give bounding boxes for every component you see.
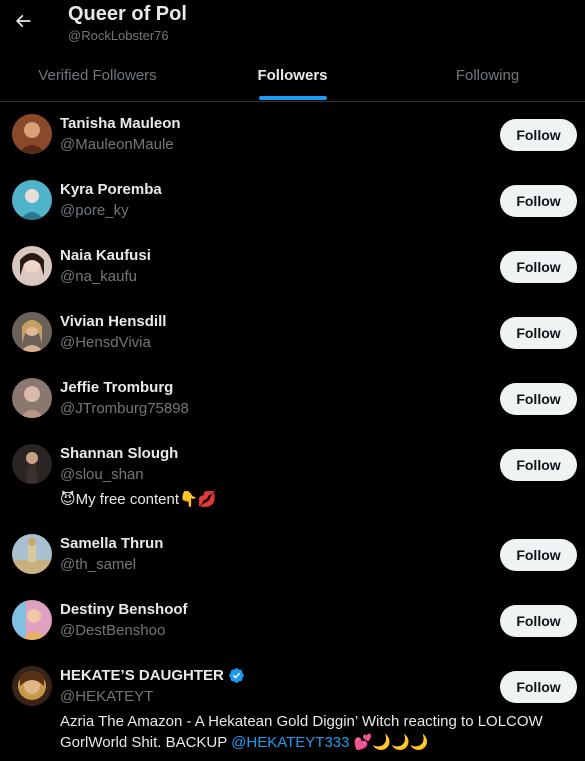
- page-title: Queer of Pol: [68, 3, 187, 25]
- follow-button[interactable]: Follow: [500, 449, 577, 481]
- user-row[interactable]: HEKATE’S DAUGHTER @HEKATEYT Azria The Am…: [0, 654, 585, 761]
- user-name[interactable]: Destiny Benshoof: [60, 601, 188, 618]
- follow-button[interactable]: Follow: [500, 119, 577, 151]
- user-row[interactable]: Tanisha Mauleon @MauleonMaule Follow: [0, 102, 585, 168]
- avatar[interactable]: [12, 180, 52, 220]
- page-handle: @RockLobster76: [68, 28, 169, 43]
- user-name[interactable]: Shannan Slough: [60, 445, 178, 462]
- user-name[interactable]: Tanisha Mauleon: [60, 115, 181, 132]
- user-handle: @MauleonMaule: [60, 136, 174, 153]
- user-row[interactable]: Naia Kaufusi @na_kaufu Follow: [0, 234, 585, 300]
- active-tab-indicator: [258, 96, 327, 100]
- user-name-text: Tanisha Mauleon: [60, 115, 181, 132]
- user-name[interactable]: Kyra Poremba: [60, 181, 162, 198]
- user-name-text: Naia Kaufusi: [60, 247, 151, 264]
- user-row[interactable]: Samella Thrun @th_samel Follow: [0, 522, 585, 588]
- user-name-text: Shannan Slough: [60, 445, 179, 462]
- back-button[interactable]: [8, 6, 38, 36]
- tab-label: Following: [455, 66, 520, 84]
- user-row[interactable]: Shannan Slough @slou_shan 😈My free conte…: [0, 432, 585, 522]
- bio-mention-link[interactable]: @HEKATEYT333: [231, 734, 349, 751]
- tab-verified-followers[interactable]: Verified Followers: [0, 50, 195, 100]
- verified-badge-icon: [229, 668, 244, 683]
- tab-label: Followers: [257, 66, 328, 84]
- user-name-text: Destiny Benshoof: [60, 601, 188, 618]
- avatar[interactable]: [12, 600, 52, 640]
- user-handle: @na_kaufu: [60, 268, 137, 285]
- user-name-text: Samella Thrun: [60, 535, 164, 552]
- avatar[interactable]: [12, 378, 52, 418]
- tab-following[interactable]: Following: [390, 50, 585, 100]
- avatar[interactable]: [12, 246, 52, 286]
- user-name[interactable]: Vivian Hensdill: [60, 313, 166, 330]
- user-name[interactable]: HEKATE’S DAUGHTER: [60, 667, 245, 684]
- user-handle: @HensdVivia: [60, 334, 151, 351]
- top-bar: Queer of Pol @RockLobster76: [0, 0, 585, 50]
- follow-button[interactable]: Follow: [500, 251, 577, 283]
- arrow-left-icon: [15, 14, 31, 28]
- tab-bar: Verified Followers Followers Following: [0, 50, 585, 102]
- bio-text-end: 💕🌙🌙🌙: [349, 734, 429, 751]
- user-row[interactable]: Vivian Hensdill @HensdVivia Follow: [0, 300, 585, 366]
- avatar[interactable]: [12, 114, 52, 154]
- user-handle: @th_samel: [60, 556, 137, 573]
- user-name[interactable]: Jeffie Tromburg: [60, 379, 173, 396]
- follow-button[interactable]: Follow: [500, 671, 577, 703]
- avatar[interactable]: [12, 666, 52, 706]
- avatar[interactable]: [12, 534, 52, 574]
- avatar[interactable]: [12, 312, 52, 352]
- follow-button[interactable]: Follow: [500, 539, 577, 571]
- user-bio: 😈My free content👇💋: [60, 489, 570, 510]
- bio-text: 😈My free content👇💋: [60, 491, 217, 508]
- tab-followers[interactable]: Followers: [195, 50, 390, 100]
- tab-label: Verified Followers: [38, 66, 157, 84]
- user-bio: Azria The Amazon - A Hekatean Gold Diggi…: [60, 711, 570, 753]
- follow-button[interactable]: Follow: [500, 317, 577, 349]
- user-handle: @slou_shan: [60, 466, 144, 483]
- user-row[interactable]: Jeffie Tromburg @JTromburg75898 Follow: [0, 366, 585, 432]
- follow-button[interactable]: Follow: [500, 605, 577, 637]
- user-handle: @JTromburg75898: [60, 400, 189, 417]
- user-name-text: Jeffie Tromburg: [60, 379, 174, 396]
- user-row[interactable]: Kyra Poremba @pore_ky Follow: [0, 168, 585, 234]
- avatar[interactable]: [12, 444, 52, 484]
- follow-button[interactable]: Follow: [500, 185, 577, 217]
- user-name-text: Vivian Hensdill: [60, 313, 167, 330]
- user-handle: @pore_ky: [60, 202, 129, 219]
- user-name[interactable]: Naia Kaufusi: [60, 247, 151, 264]
- user-name-text: HEKATE’S DAUGHTER: [60, 667, 224, 684]
- follow-button[interactable]: Follow: [500, 383, 577, 415]
- user-name-text: Kyra Poremba: [60, 181, 162, 198]
- user-handle: @DestBenshoo: [60, 622, 166, 639]
- user-handle: @HEKATEYT: [60, 688, 154, 705]
- user-row[interactable]: Destiny Benshoof @DestBenshoo Follow: [0, 588, 585, 654]
- user-name[interactable]: Samella Thrun: [60, 535, 163, 552]
